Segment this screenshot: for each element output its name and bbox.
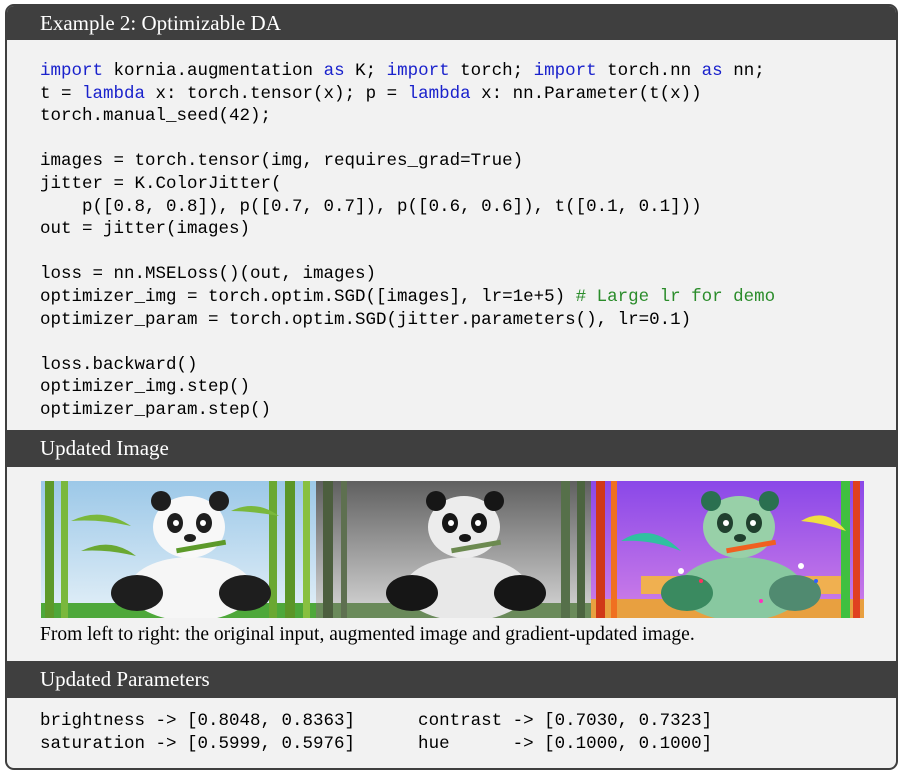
code-text: kornia.augmentation [103, 61, 324, 81]
parameters-line: brightness -> [0.8048, 0.8363] contrast … [40, 711, 713, 731]
code-text: loss = nn.MSELoss()(out, images) [40, 264, 377, 285]
code-comment: # Large lr for demo [575, 286, 776, 307]
code-keyword: as [323, 61, 345, 81]
parameters-line: saturation -> [0.5999, 0.5976] hue -> [0… [40, 733, 713, 754]
code-line: optimizer_img = torch.optim.SGD([images]… [40, 287, 775, 307]
code-text: nn; [722, 61, 765, 81]
original-image [41, 481, 316, 618]
code-text: loss.backward() [40, 354, 198, 375]
updated-parameters-header: Updated Parameters [7, 661, 896, 698]
example-box: Example 2: Optimizable DA import kornia.… [5, 4, 898, 770]
code-text: jitter = K.ColorJitter( [40, 173, 282, 194]
code-text: x: torch.tensor(x); p = [145, 83, 408, 104]
code-text: torch.manual_seed(42); [40, 106, 272, 127]
code-text: optimizer_param.step() [40, 399, 272, 420]
image-caption: From left to right: the original input, … [40, 624, 695, 645]
code-keyword: as [701, 61, 723, 81]
gradient-updated-image [591, 481, 864, 618]
code-line: optimizer_param.step() [40, 400, 271, 420]
code-text: K; [344, 61, 387, 81]
code-text: torch; [449, 61, 534, 81]
code-line: loss.backward() [40, 355, 198, 375]
code-text: p([0.8, 0.8]), p([0.7, 0.7]), p([0.6, 0.… [40, 196, 702, 217]
code-text: optimizer_img.step() [40, 377, 251, 398]
code-line: optimizer_img.step() [40, 377, 250, 397]
code-line: loss = nn.MSELoss()(out, images) [40, 264, 376, 284]
code-line: p([0.8, 0.8]), p([0.7, 0.7]), p([0.6, 0.… [40, 197, 702, 217]
code-text: optimizer_param = torch.optim.SGD(jitter… [40, 309, 692, 330]
code-line: images = torch.tensor(img, requires_grad… [40, 151, 523, 171]
code-line: out = jitter(images) [40, 219, 250, 239]
code-block: import kornia.augmentation as K; import … [40, 60, 775, 422]
code-keyword: lambda [407, 83, 471, 104]
code-text: t = [40, 83, 83, 104]
updated-parameters-block: brightness -> [0.8048, 0.8363] contrast … [40, 710, 712, 755]
code-line: torch.manual_seed(42); [40, 106, 271, 126]
code-text: x: nn.Parameter(t(x)) [470, 83, 702, 104]
updated-image-header: Updated Image [7, 430, 896, 467]
code-keyword: import [386, 61, 450, 81]
code-line: jitter = K.ColorJitter( [40, 174, 282, 194]
panda-image-strip [41, 481, 864, 618]
code-text: torch.nn [596, 61, 702, 81]
code-line: import kornia.augmentation as K; import … [40, 61, 765, 81]
code-line: optimizer_param = torch.optim.SGD(jitter… [40, 310, 691, 330]
code-keyword: lambda [82, 83, 146, 104]
code-text: out = jitter(images) [40, 219, 251, 240]
example-title: Example 2: Optimizable DA [7, 6, 896, 40]
augmented-image [316, 481, 591, 618]
code-text: optimizer_img = torch.optim.SGD([images]… [40, 286, 576, 307]
code-line: t = lambda x: torch.tensor(x); p = lambd… [40, 84, 702, 104]
code-text: images = torch.tensor(img, requires_grad… [40, 151, 524, 172]
code-keyword: import [533, 61, 597, 81]
code-keyword: import [40, 61, 104, 81]
